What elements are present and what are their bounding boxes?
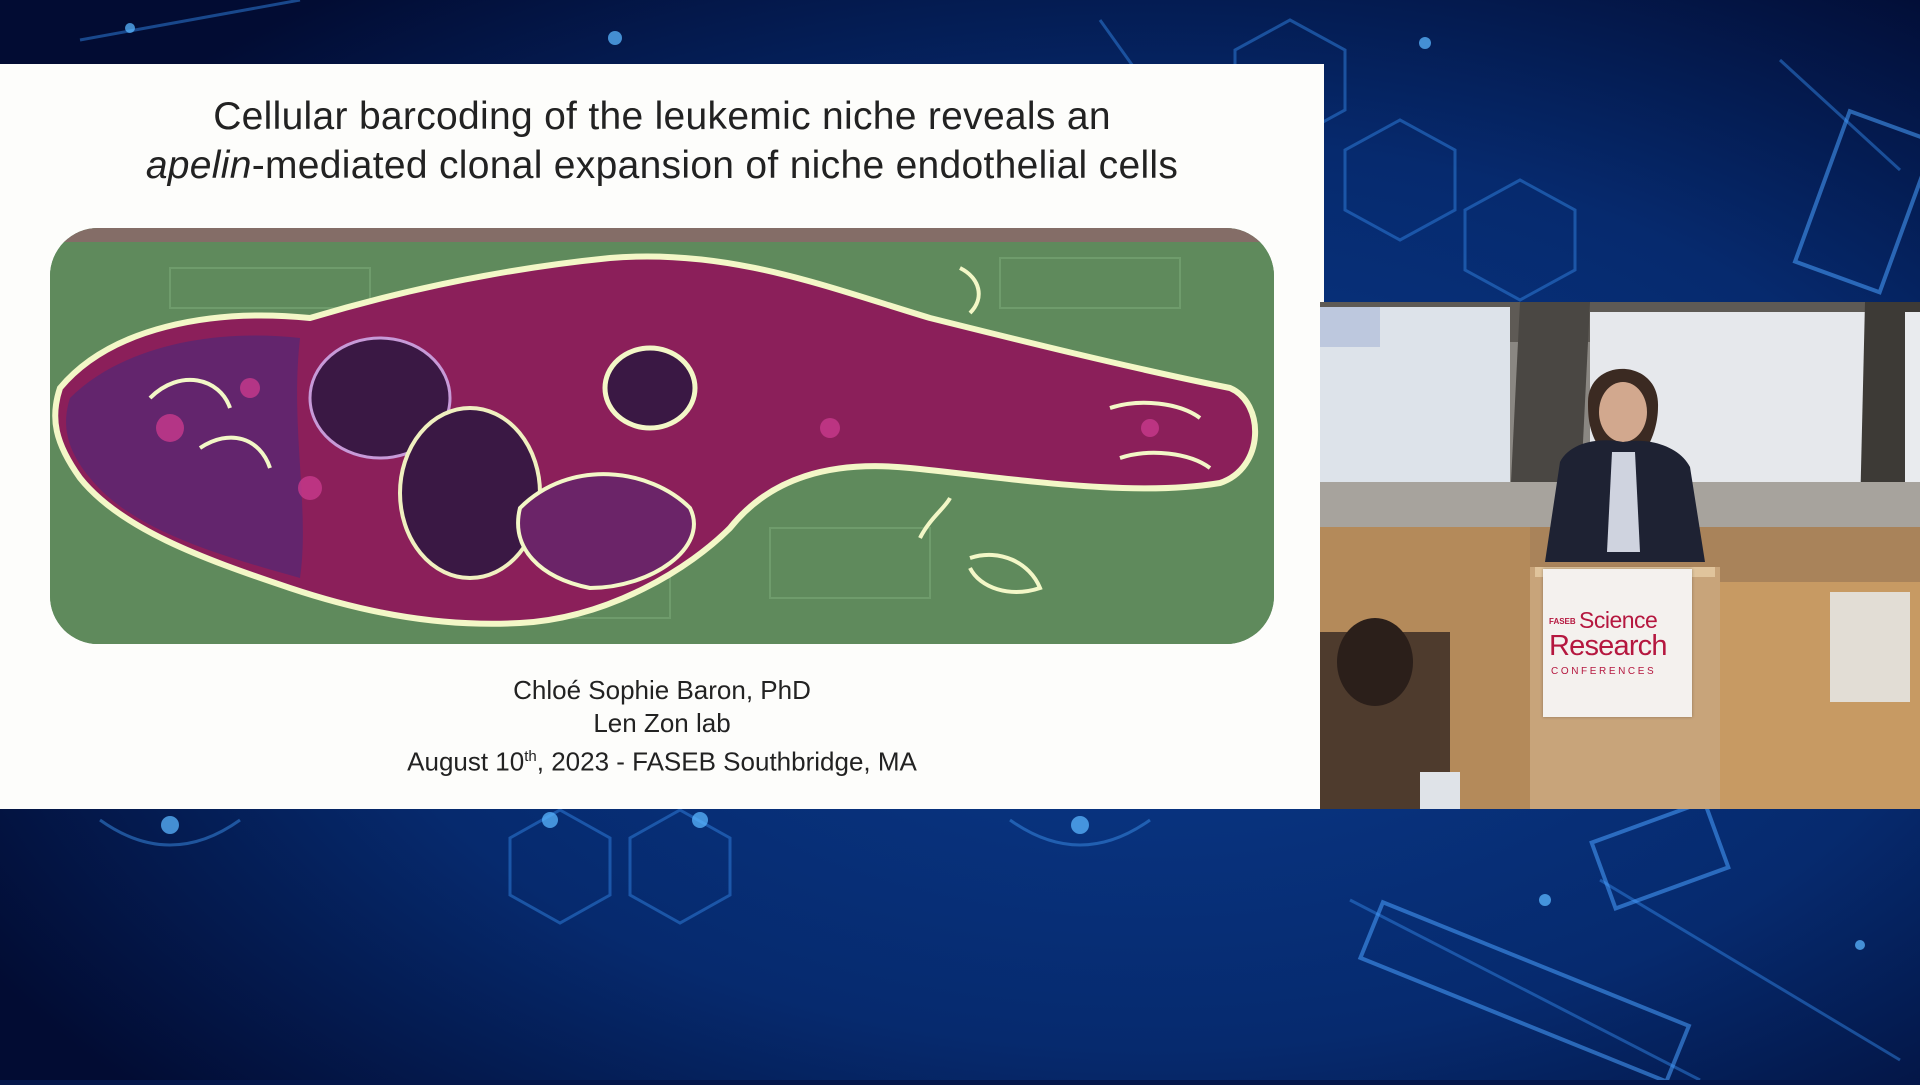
podium-logo-sign: FASEB Science Research CONFERENCES — [1543, 569, 1692, 717]
logo-faseb-text: FASEB — [1549, 617, 1576, 626]
zebrafish-section-image — [50, 228, 1274, 644]
slide-title-line2-rest: -mediated clonal expansion of niche endo… — [251, 144, 1179, 187]
logo-conferences-text: CONFERENCES — [1551, 666, 1657, 677]
date-superscript: th — [524, 748, 537, 765]
slide-credits: Chloé Sophie Baron, PhD Len Zon lab Augu… — [0, 674, 1324, 779]
slide-title-line1: Cellular barcoding of the leukemic niche… — [213, 95, 1111, 138]
date-prefix: August 10 — [407, 746, 525, 777]
slide-title: Cellular barcoding of the leukemic niche… — [0, 92, 1324, 190]
slide-title-italic-word: apelin — [145, 144, 252, 187]
logo-research-text: Research — [1549, 630, 1668, 662]
lab-name: Len Zon lab — [593, 708, 731, 738]
date-suffix: , 2023 - FASEB Southbridge, MA — [536, 746, 917, 777]
presentation-slide: Cellular barcoding of the leukemic niche… — [0, 64, 1324, 809]
speaker-at-podium-video — [1320, 302, 1920, 809]
slide-title-line2: apelin-mediated clonal expansion of nich… — [0, 141, 1324, 190]
event-date-location: August 10th, 2023 - FASEB Southbridge, M… — [0, 740, 1324, 779]
presenter-name: Chloé Sophie Baron, PhD — [513, 675, 811, 705]
